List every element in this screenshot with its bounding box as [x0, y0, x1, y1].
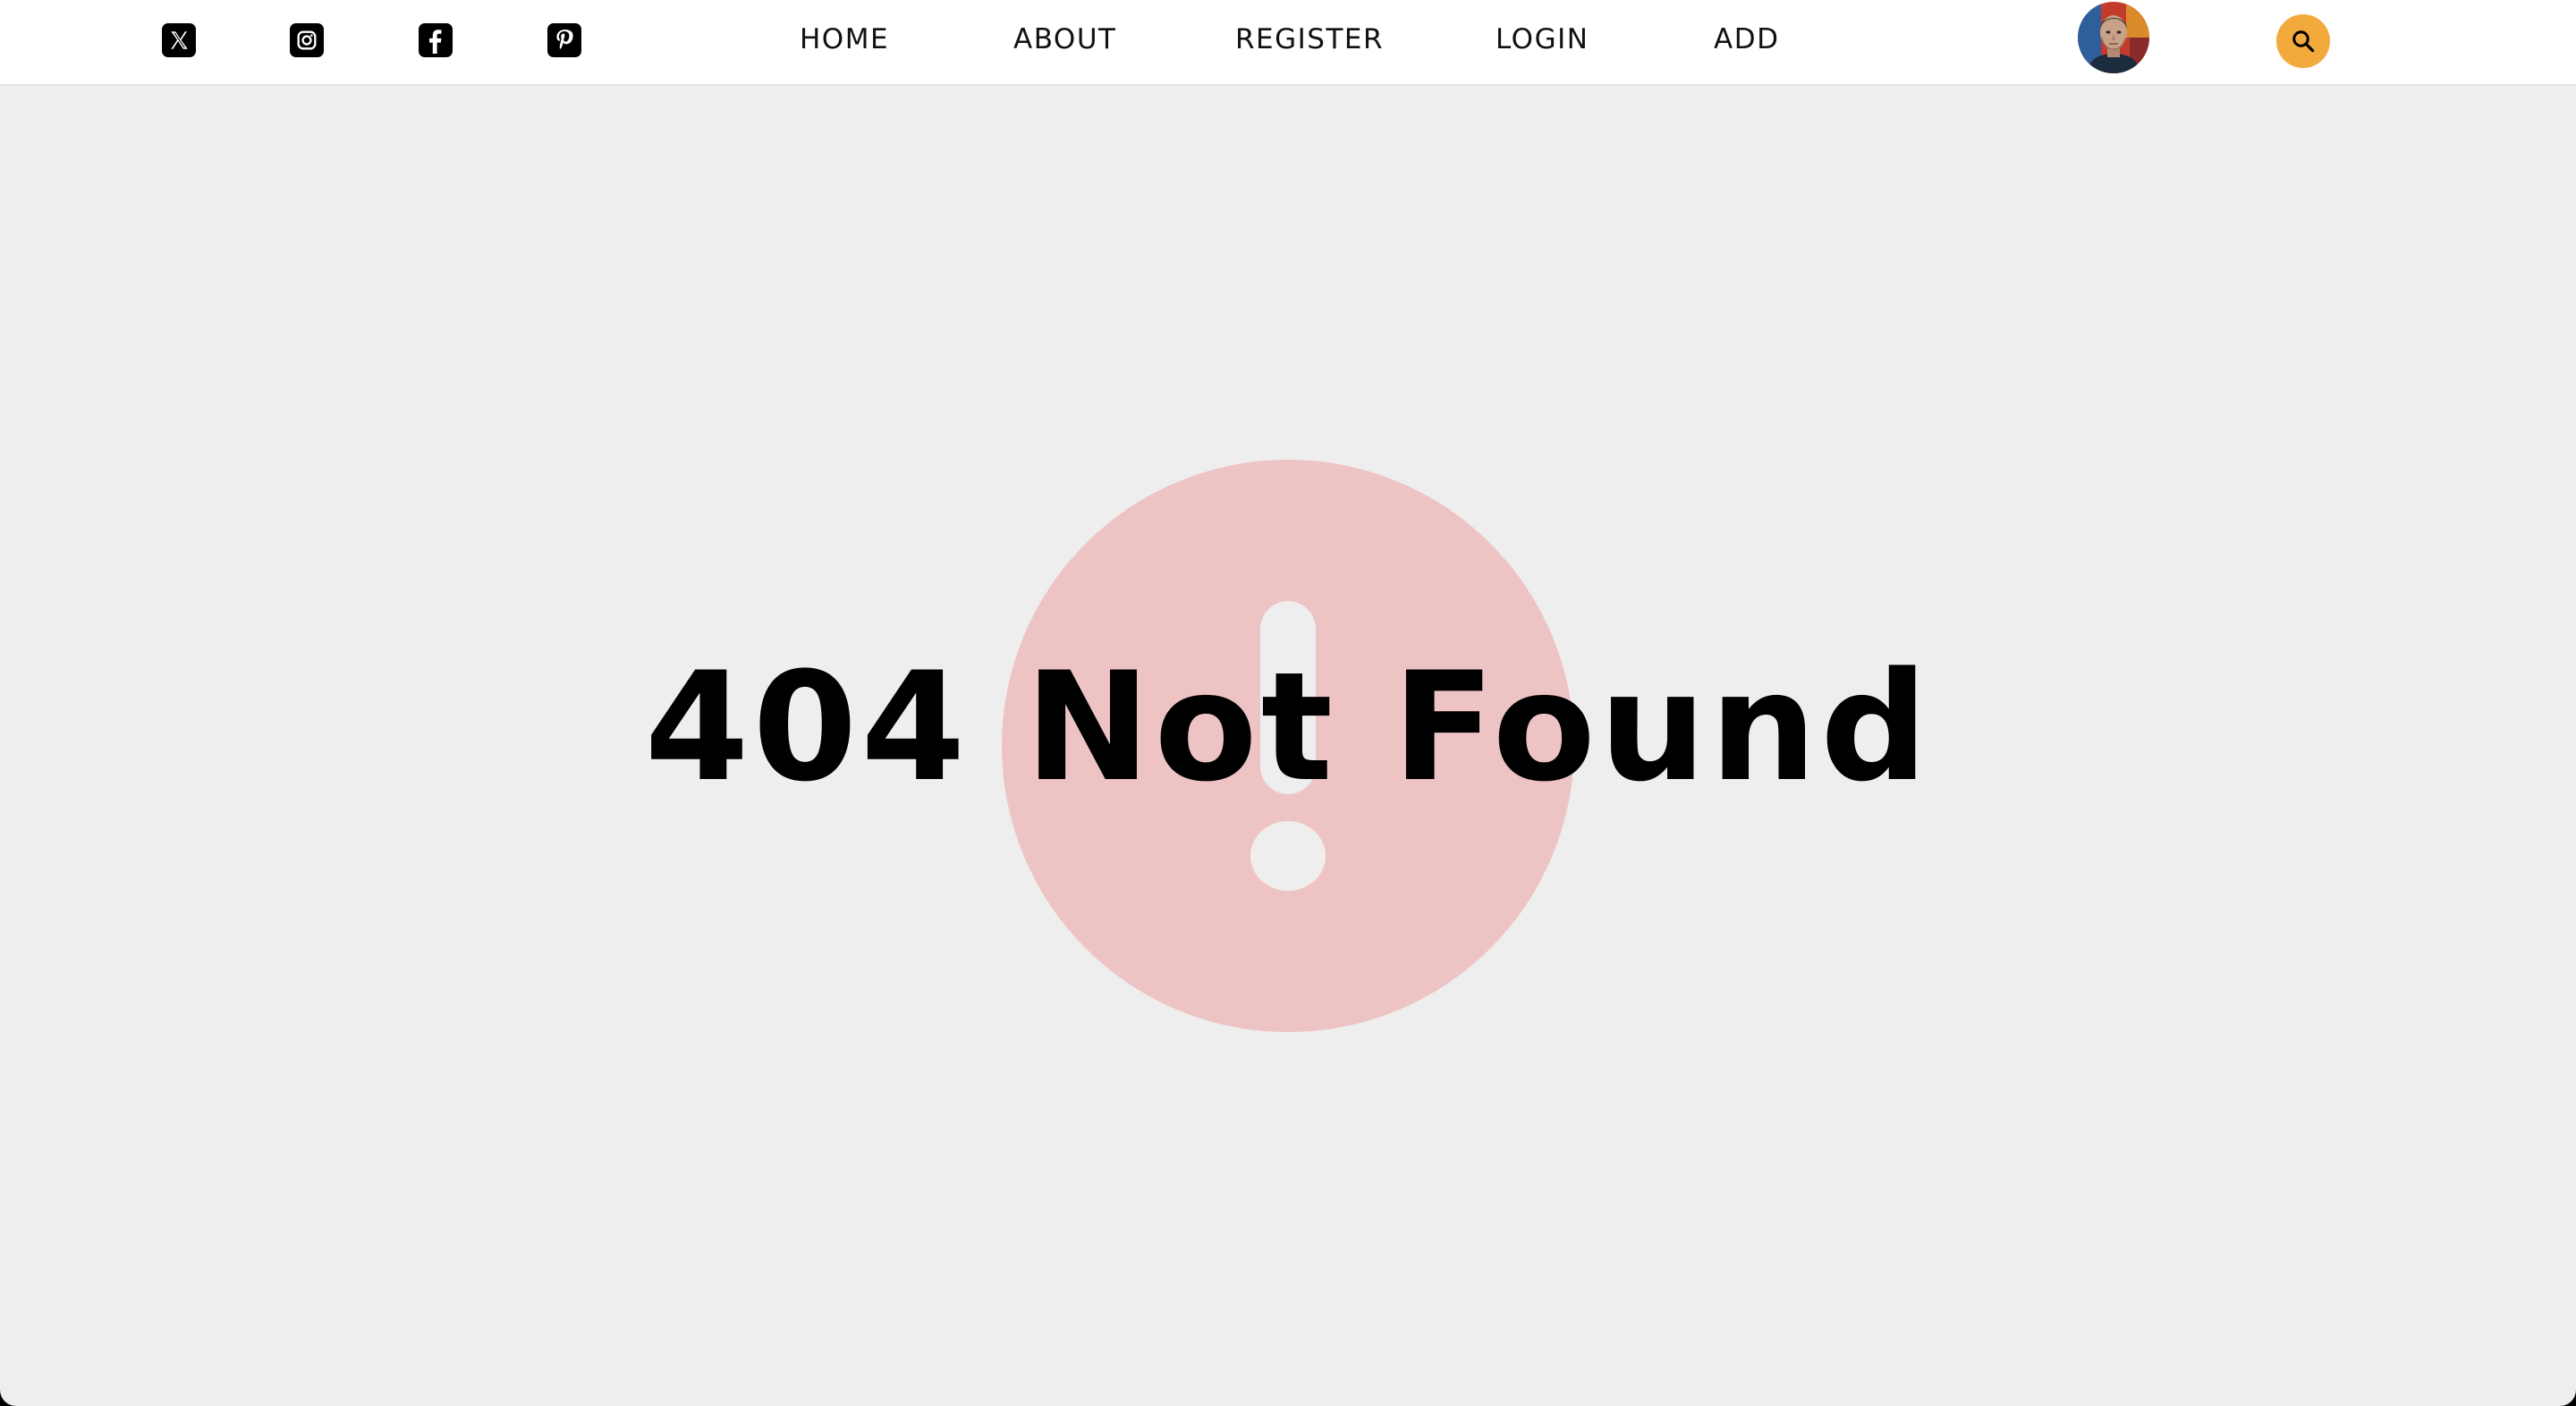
main-navigation: HOME ABOUT REGISTER LOGIN ADD — [0, 0, 2576, 80]
page: HOME ABOUT REGISTER LOGIN ADD 404 Not Fo… — [0, 0, 2576, 1406]
exclamation-dot — [1250, 821, 1326, 891]
error-title: 404 Not Found — [644, 639, 1932, 815]
user-avatar[interactable] — [2078, 2, 2149, 73]
nav-home-link[interactable]: HOME — [800, 23, 889, 55]
nav-add-link[interactable]: ADD — [1714, 23, 1779, 55]
nav-register-link[interactable]: REGISTER — [1235, 23, 1384, 55]
search-button[interactable] — [2276, 14, 2330, 68]
search-icon — [2292, 30, 2315, 53]
nav-about-link[interactable]: ABOUT — [1013, 23, 1116, 55]
nav-login-link[interactable]: LOGIN — [1496, 23, 1589, 55]
top-navbar: HOME ABOUT REGISTER LOGIN ADD — [0, 0, 2576, 86]
